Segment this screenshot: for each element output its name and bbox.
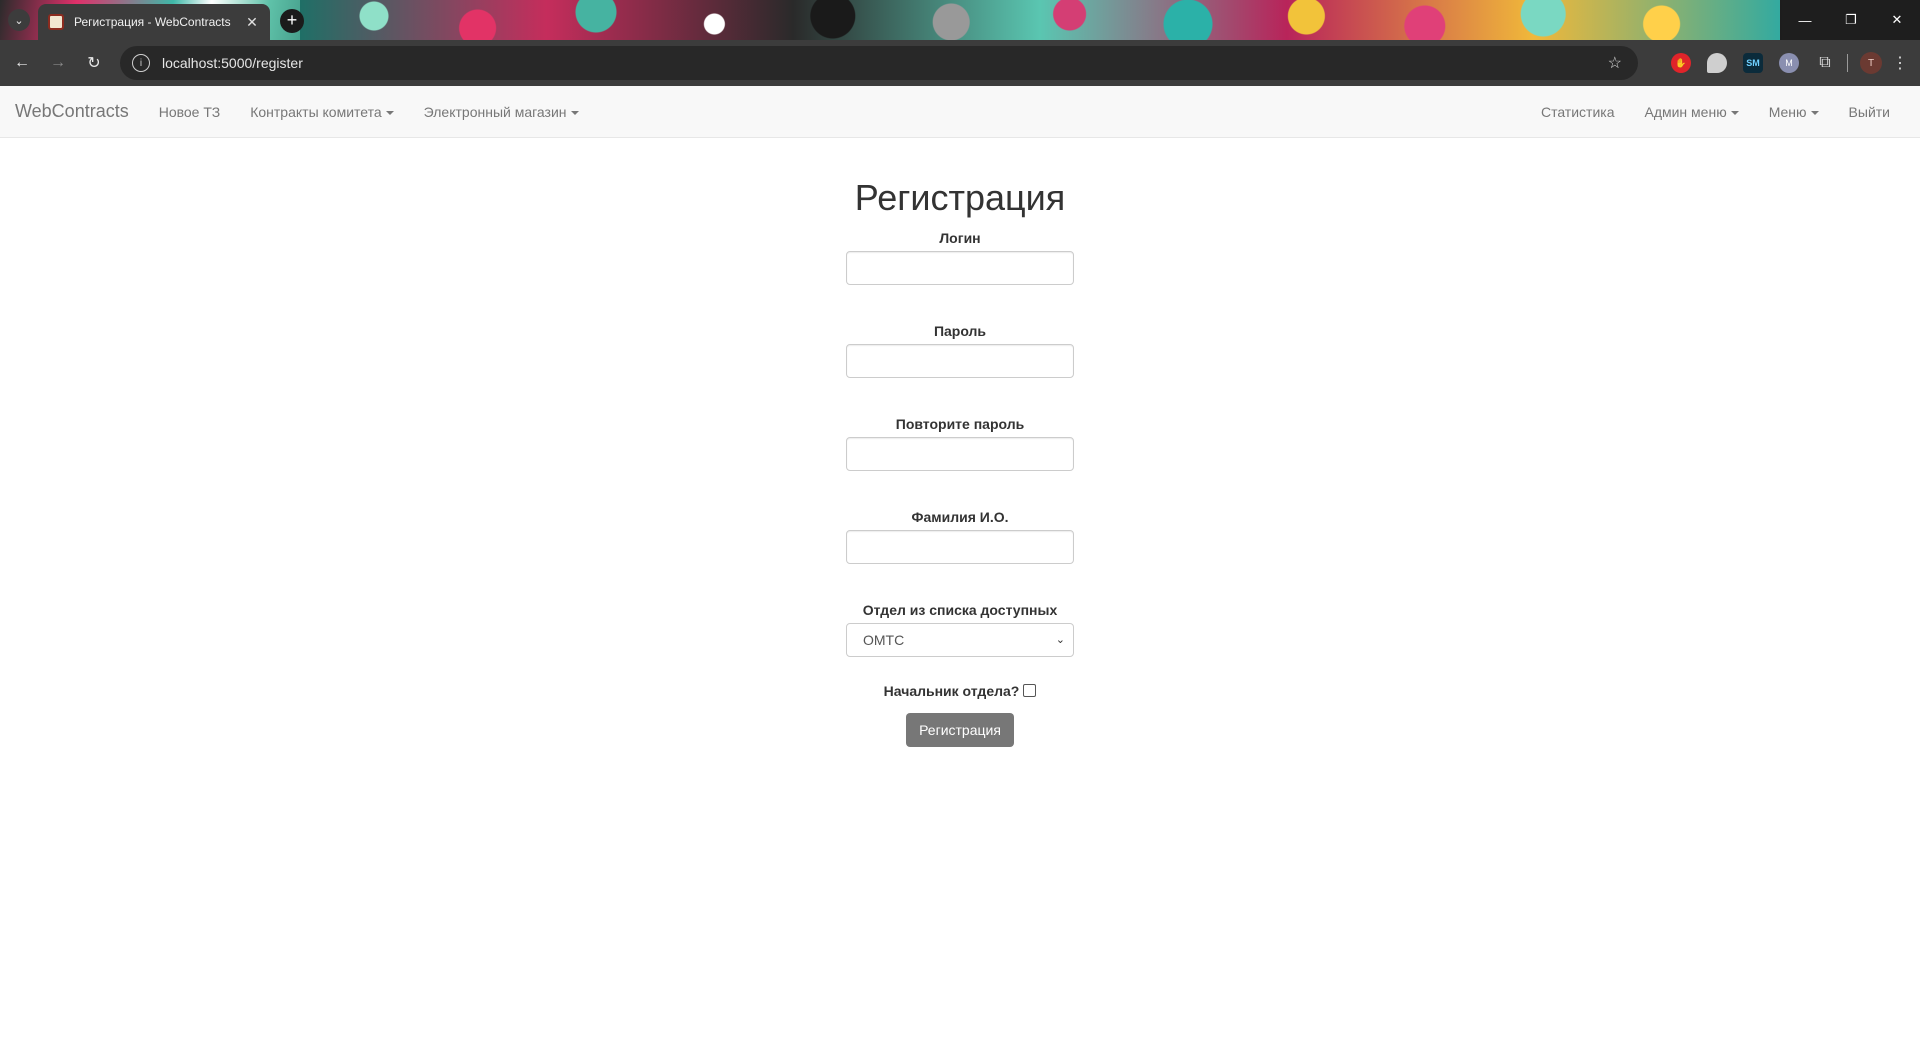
head-of-department-row: Начальник отдела? bbox=[0, 683, 1920, 699]
nav-item-admin-menu[interactable]: Админ меню bbox=[1629, 104, 1753, 120]
nav-item-label: Статистика bbox=[1540, 104, 1615, 120]
address-bar[interactable]: i localhost:5000/register ☆ bbox=[120, 46, 1638, 80]
bookmark-star-icon[interactable]: ☆ bbox=[1608, 53, 1622, 73]
profile-avatar[interactable]: T bbox=[1860, 52, 1882, 74]
nav-item-new-tz[interactable]: Новое ТЗ bbox=[144, 104, 236, 120]
page-title: Регистрация bbox=[854, 177, 1066, 218]
nav-item-label: Выйти bbox=[1848, 104, 1890, 120]
browser-menu-icon[interactable]: ⋮ bbox=[1890, 53, 1910, 73]
registration-form: Логин Пароль Повторите пароль Фамилия И.… bbox=[0, 230, 1920, 747]
browser-tab-strip: ⌄ Регистрация - WebContracts ✕ + — ❐ ✕ bbox=[0, 0, 1920, 40]
caret-down-icon bbox=[385, 110, 394, 115]
department-label: Отдел из списка доступных bbox=[862, 601, 1058, 618]
nav-item-statistics[interactable]: Статистика bbox=[1526, 104, 1630, 120]
nav-item-e-shop[interactable]: Электронный магазин bbox=[409, 104, 594, 120]
main-content: Регистрация Логин Пароль Повторите парол… bbox=[0, 138, 1920, 747]
window-controls: — ❐ ✕ bbox=[1782, 0, 1920, 40]
department-selected-value: ОМТС bbox=[863, 631, 905, 648]
login-input[interactable] bbox=[846, 250, 1074, 285]
fullname-label: Фамилия И.О. bbox=[911, 508, 1009, 525]
navbar-right: Статистика Админ меню Меню Выйти bbox=[1526, 86, 1905, 138]
nav-item-committee-contracts[interactable]: Контракты комитета bbox=[235, 104, 408, 120]
login-group: Логин bbox=[845, 230, 1075, 285]
extensions-area: ✋ SM M ⧉ T ⋮ bbox=[1663, 40, 1920, 86]
minimize-icon[interactable]: — bbox=[1782, 0, 1828, 40]
extension-icon[interactable] bbox=[1707, 53, 1727, 73]
password-input[interactable] bbox=[846, 343, 1074, 378]
back-icon[interactable]: ← bbox=[8, 49, 36, 77]
puzzle-icon[interactable]: ⧉ bbox=[1815, 53, 1835, 73]
site-info-icon[interactable]: i bbox=[132, 54, 150, 72]
chevron-down-icon: ⌄ bbox=[1055, 634, 1065, 647]
tabstrip-background-art bbox=[300, 0, 1780, 40]
reload-icon[interactable]: ↻ bbox=[80, 49, 108, 77]
nav-item-label: Контракты комитета bbox=[250, 103, 382, 120]
adblock-icon[interactable]: ✋ bbox=[1671, 53, 1691, 73]
register-button[interactable]: Регистрация bbox=[906, 712, 1014, 747]
password-group: Пароль bbox=[845, 323, 1075, 378]
caret-down-icon bbox=[1730, 111, 1739, 116]
site-navbar: WebContracts Новое ТЗ Контракты комитета… bbox=[0, 86, 1920, 138]
sm-icon[interactable]: SM bbox=[1743, 53, 1763, 73]
repeat-password-group: Повторите пароль bbox=[845, 416, 1075, 471]
caret-down-icon bbox=[570, 110, 579, 115]
login-label: Логин bbox=[939, 229, 981, 246]
m-icon[interactable]: M bbox=[1779, 53, 1799, 73]
repeat-password-label: Повторите пароль bbox=[895, 415, 1025, 432]
nav-item-label: Меню bbox=[1768, 104, 1807, 120]
browser-tab-active[interactable]: Регистрация - WebContracts ✕ bbox=[38, 4, 270, 40]
site-favicon-icon bbox=[48, 14, 64, 30]
new-tab-button[interactable]: + bbox=[280, 9, 304, 33]
nav-item-label: Новое ТЗ bbox=[158, 103, 221, 120]
fullname-group: Фамилия И.О. bbox=[845, 509, 1075, 564]
tab-search-button[interactable]: ⌄ bbox=[8, 9, 30, 31]
fullname-input[interactable] bbox=[846, 529, 1074, 564]
password-label: Пароль bbox=[933, 322, 987, 339]
tab-title: Регистрация - WebContracts bbox=[74, 15, 231, 29]
nav-item-menu[interactable]: Меню bbox=[1754, 104, 1834, 120]
head-of-department-checkbox[interactable] bbox=[1023, 683, 1037, 697]
nav-item-label: Админ меню bbox=[1644, 104, 1727, 120]
navbar-brand[interactable]: WebContracts bbox=[0, 101, 144, 122]
tab-close-icon[interactable]: ✕ bbox=[244, 14, 260, 31]
department-group: Отдел из списка доступных ОМТС ⌄ bbox=[845, 602, 1075, 657]
url-text: localhost:5000/register bbox=[162, 55, 303, 71]
browser-toolbar: ← → ↻ i localhost:5000/register ☆ ✋ SM M… bbox=[0, 40, 1920, 86]
toolbar-divider bbox=[1847, 54, 1848, 72]
forward-icon[interactable]: → bbox=[44, 49, 72, 77]
repeat-password-input[interactable] bbox=[846, 436, 1074, 471]
caret-down-icon bbox=[1810, 111, 1819, 116]
restore-icon[interactable]: ❐ bbox=[1828, 0, 1874, 40]
nav-item-logout[interactable]: Выйти bbox=[1834, 104, 1905, 120]
department-select[interactable]: ОМТС ⌄ bbox=[846, 622, 1074, 657]
nav-item-label: Электронный магазин bbox=[423, 103, 567, 120]
head-of-department-label: Начальник отдела? bbox=[883, 682, 1020, 699]
navbar-left: WebContracts Новое ТЗ Контракты комитета… bbox=[0, 101, 594, 122]
close-window-icon[interactable]: ✕ bbox=[1874, 0, 1920, 40]
